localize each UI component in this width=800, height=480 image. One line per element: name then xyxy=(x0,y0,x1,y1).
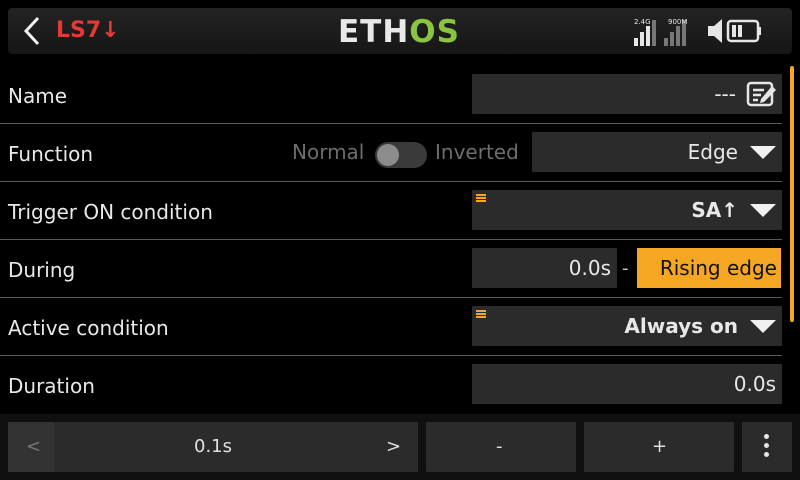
row-duration: Duration 0.0s xyxy=(0,356,782,414)
signal-2-4g-icon: 2.4G xyxy=(634,18,656,46)
row-active-condition: Active condition Always on xyxy=(0,298,782,356)
plus-button[interactable]: + xyxy=(584,422,734,472)
edge-mode-button[interactable]: Rising edge xyxy=(637,248,781,288)
speaker-icon xyxy=(708,19,722,43)
function-dropdown[interactable]: Edge xyxy=(532,132,782,172)
active-condition-label: Active condition xyxy=(8,316,169,340)
row-name: Name --- xyxy=(0,66,782,124)
invert-toggle[interactable] xyxy=(375,142,427,168)
rf1-label: 2.4G xyxy=(634,18,651,26)
active-condition-dropdown[interactable]: Always on xyxy=(472,306,782,346)
row-during: During 0.0s - Rising edge xyxy=(0,240,782,298)
edge-mode-value: Rising edge xyxy=(659,256,777,280)
dropdown-arrow-icon xyxy=(750,320,776,333)
plus-label: + xyxy=(652,436,668,457)
during-value: 0.0s xyxy=(568,256,611,280)
back-button[interactable] xyxy=(14,14,54,48)
signal-900m-icon: 900M xyxy=(664,18,687,46)
function-value: Edge xyxy=(687,140,738,164)
more-menu-button[interactable] xyxy=(742,422,792,472)
name-value: --- xyxy=(714,82,736,106)
dropdown-arrow-icon xyxy=(750,146,776,159)
duration-field[interactable]: 0.0s xyxy=(472,364,782,404)
minus-label: - xyxy=(496,436,503,457)
title-arrow: ↓ xyxy=(101,18,120,43)
battery-icon xyxy=(726,19,761,43)
chevron-left-icon xyxy=(23,16,40,46)
step-value: 0.1s xyxy=(194,436,233,457)
during-label: During xyxy=(8,258,76,282)
function-label: Function xyxy=(8,142,94,166)
active-condition-value: Always on xyxy=(624,314,738,338)
name-field[interactable]: --- xyxy=(472,74,782,114)
trigger-value: SA↑ xyxy=(691,198,738,222)
step-prev-button[interactable]: < xyxy=(8,422,54,472)
dropdown-arrow-icon xyxy=(750,204,776,217)
trigger-dropdown[interactable]: SA↑ xyxy=(472,190,782,230)
menu-marker-icon xyxy=(476,194,486,202)
logo-part-white: ETH xyxy=(338,14,410,50)
scrollbar[interactable] xyxy=(790,66,794,322)
settings-list: Name --- Function Normal Inverted Edge T… xyxy=(0,66,790,414)
row-function: Function Normal Inverted Edge xyxy=(0,124,782,182)
status-area: 2.4G 900M xyxy=(634,16,784,46)
during-time-field[interactable]: 0.0s xyxy=(472,248,617,288)
toggle-knob xyxy=(377,144,399,166)
duration-value: 0.0s xyxy=(733,372,776,396)
rf2-label: 900M xyxy=(668,18,687,26)
step-control: < 0.1s > xyxy=(8,422,418,472)
ethos-logo: ETHOS xyxy=(338,14,460,50)
name-label: Name xyxy=(8,84,68,108)
step-prev-label: < xyxy=(26,436,42,457)
more-vertical-icon xyxy=(764,434,770,461)
title-text: LS7 xyxy=(56,18,102,43)
step-next-button[interactable]: > xyxy=(386,436,401,457)
range-separator: - xyxy=(622,258,629,279)
page-title: LS7↓ xyxy=(56,18,120,43)
toggle-normal-label: Normal xyxy=(292,140,365,164)
header-bar: LS7↓ ETHOS 2.4G 900M xyxy=(8,8,792,54)
menu-marker-icon xyxy=(476,310,486,318)
minus-button[interactable]: - xyxy=(426,422,576,472)
logo-part-green: OS xyxy=(409,14,460,50)
trigger-label: Trigger ON condition xyxy=(8,200,213,224)
edit-icon[interactable] xyxy=(746,80,778,108)
duration-label: Duration xyxy=(8,374,95,398)
toggle-inverted-label: Inverted xyxy=(435,140,519,164)
footer-toolbar: < 0.1s > - + xyxy=(0,414,800,480)
row-trigger: Trigger ON condition SA↑ xyxy=(0,182,782,240)
